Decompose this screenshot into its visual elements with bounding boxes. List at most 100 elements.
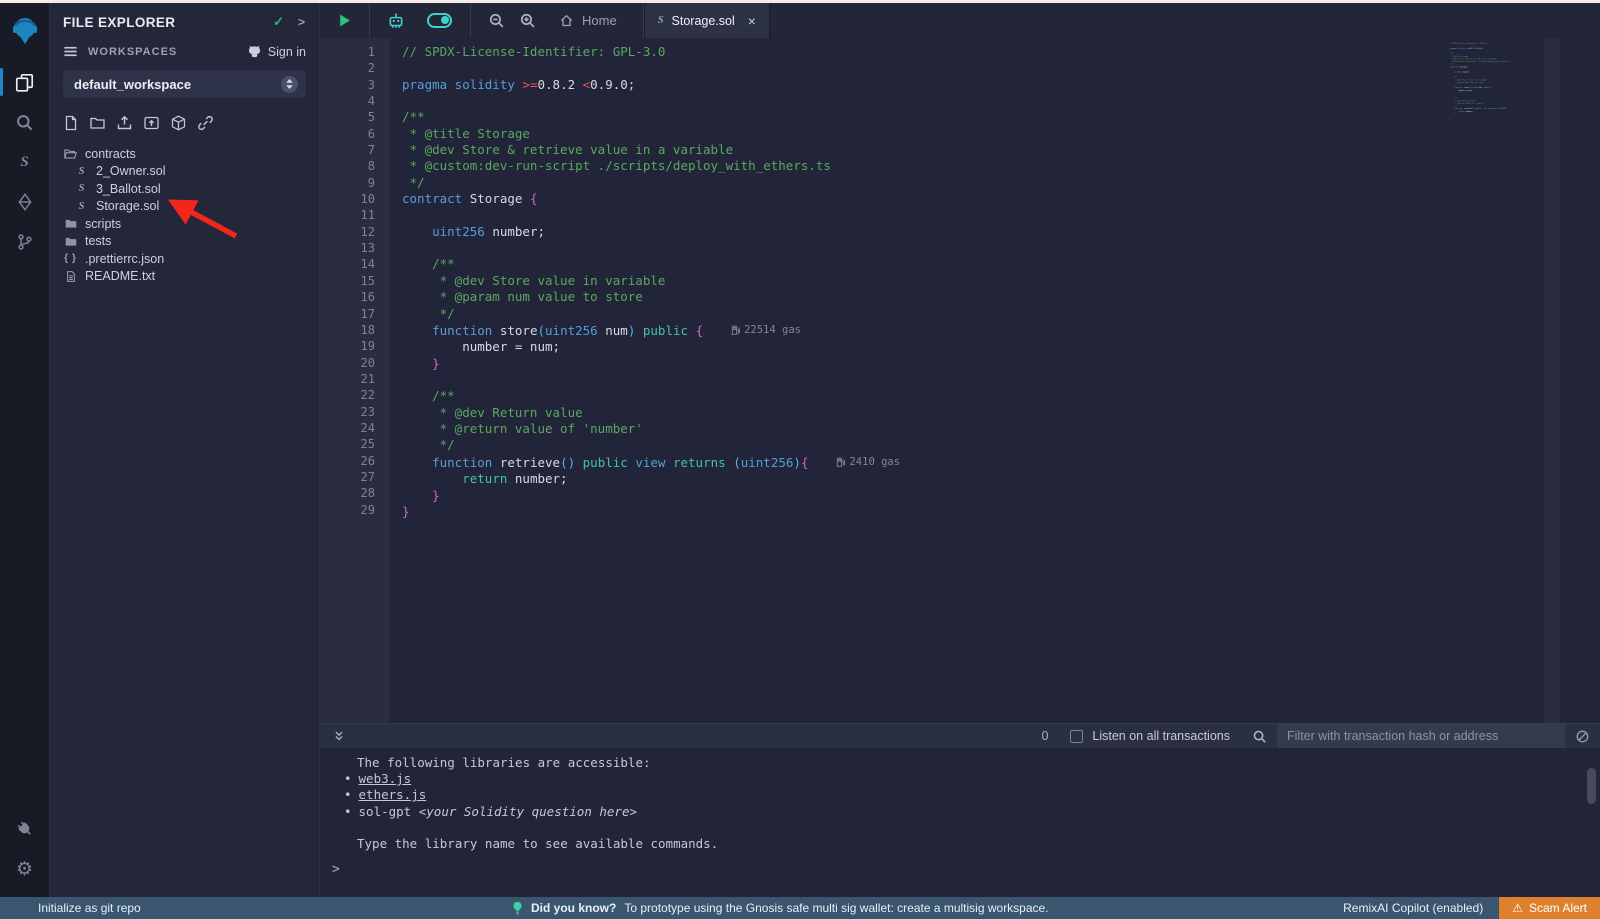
code-line: * @dev Store & retrieve value in a varia… bbox=[402, 142, 1600, 158]
terminal-line: Type the library name to see available c… bbox=[320, 836, 1600, 852]
code-line bbox=[402, 240, 1600, 256]
code-line bbox=[402, 60, 1600, 76]
workspace-name: default_workspace bbox=[74, 77, 281, 92]
tree-item-tests[interactable]: tests bbox=[50, 233, 319, 251]
remix-logo-icon[interactable] bbox=[0, 10, 50, 50]
code-line: */ bbox=[402, 437, 1600, 453]
copilot-toggle-on[interactable] bbox=[419, 3, 460, 38]
code-editor[interactable]: 1234567891011121314151617181920212223242… bbox=[320, 38, 1600, 723]
solidity-file-icon: S bbox=[658, 15, 664, 26]
home-icon bbox=[559, 13, 574, 28]
transaction-filter-input[interactable] bbox=[1277, 724, 1565, 749]
tree-item-label: tests bbox=[85, 234, 111, 248]
code-line: } bbox=[1450, 115, 1542, 118]
workspaces-menu-icon[interactable] bbox=[63, 44, 78, 59]
accept-check-icon[interactable]: ✓ bbox=[273, 14, 284, 30]
code-line: return number; bbox=[402, 471, 1600, 487]
terminal-line: •sol-gpt <your Solidity question here> bbox=[320, 804, 1600, 820]
code-line: number = num; bbox=[402, 339, 1600, 355]
pin-chevron-right-icon[interactable]: > bbox=[298, 15, 305, 29]
listen-all-transactions-checkbox[interactable] bbox=[1070, 730, 1083, 743]
terminal-output[interactable]: The following libraries are accessible:•… bbox=[320, 748, 1600, 897]
scam-alert-button[interactable]: ⚠ Scam Alert bbox=[1499, 897, 1600, 919]
workspace-sort-icon bbox=[281, 76, 298, 93]
tree-item-label: 2_Owner.sol bbox=[96, 164, 165, 178]
tab-close-icon[interactable]: × bbox=[748, 14, 756, 28]
code-line: contract Storage { bbox=[402, 191, 1600, 207]
tree-item-readme-txt[interactable]: README.txt bbox=[50, 268, 319, 286]
terminal-line: •ethers.js bbox=[320, 787, 1600, 803]
solidity-icon: S bbox=[74, 166, 89, 177]
init-git-repo-button[interactable]: Initialize as git repo bbox=[38, 901, 141, 915]
code-line: /** bbox=[402, 109, 1600, 125]
listen-all-transactions-label: Listen on all transactions bbox=[1092, 729, 1230, 743]
ai-robot-icon[interactable] bbox=[380, 3, 412, 38]
file-explorer-panel: FILE EXPLORER ✓ > WORKSPACES Sign in bbox=[50, 3, 320, 897]
terminal-expand-chevrons-icon[interactable] bbox=[330, 724, 348, 748]
code-line: /** bbox=[402, 388, 1600, 404]
solidity-icon: S bbox=[74, 183, 89, 194]
editor-scrollbar-track[interactable] bbox=[1544, 38, 1560, 723]
code-line: * @custom:dev-run-script ./scripts/deplo… bbox=[402, 158, 1600, 174]
clear-console-ban-icon[interactable] bbox=[1575, 729, 1590, 744]
folder-icon bbox=[63, 217, 78, 230]
tab-storage-sol[interactable]: S Storage.sol × bbox=[644, 3, 770, 38]
ipfs-box-icon[interactable] bbox=[170, 115, 187, 131]
terminal-scrollbar-thumb[interactable] bbox=[1587, 768, 1596, 804]
code-line: pragma solidity >=0.8.2 <0.9.0; bbox=[402, 77, 1600, 93]
tree-item-2-owner-sol[interactable]: S 2_Owner.sol bbox=[50, 163, 319, 181]
file-tree: contracts S 2_Owner.sol S3_Ballot.solSStora… bbox=[50, 145, 319, 285]
code-line: * @return value of 'number' bbox=[402, 421, 1600, 437]
new-folder-icon[interactable] bbox=[89, 115, 106, 131]
terminal-header: 0 Listen on all transactions bbox=[320, 723, 1600, 748]
file-icon bbox=[63, 270, 78, 283]
code-line: uint256 number; bbox=[402, 224, 1600, 240]
zoom-in-icon[interactable] bbox=[512, 3, 543, 38]
tree-item-3-ballot-sol[interactable]: S3_Ballot.sol bbox=[50, 180, 319, 198]
tree-item-label: README.txt bbox=[85, 269, 155, 283]
code-line bbox=[402, 93, 1600, 109]
file-explorer-icon[interactable] bbox=[0, 62, 50, 102]
tree-item-storage-sol[interactable]: SStorage.sol bbox=[50, 198, 319, 216]
terminal-search-icon[interactable] bbox=[1252, 729, 1267, 744]
solidity-compiler-icon[interactable]: S bbox=[0, 142, 50, 182]
git-icon[interactable] bbox=[0, 222, 50, 262]
tree-item-label: scripts bbox=[85, 217, 121, 231]
tree-item--prettierrc-json[interactable]: { }.prettierrc.json bbox=[50, 250, 319, 268]
folder-open-icon bbox=[63, 147, 78, 161]
plugin-manager-icon[interactable] bbox=[0, 809, 50, 849]
terminal-prompt[interactable]: > bbox=[320, 862, 1600, 878]
workspaces-label: WORKSPACES bbox=[88, 46, 247, 58]
panel-title: FILE EXPLORER bbox=[63, 15, 273, 30]
library-link[interactable]: ethers.js bbox=[359, 787, 427, 802]
sign-in-button[interactable]: Sign in bbox=[247, 45, 306, 59]
library-link[interactable]: web3.js bbox=[359, 771, 412, 786]
code-line: } bbox=[402, 488, 1600, 504]
tree-item-scripts[interactable]: scripts bbox=[50, 215, 319, 233]
code-line bbox=[402, 207, 1600, 223]
main-area: Home S Storage.sol × 1234567891011121314… bbox=[320, 3, 1600, 897]
transaction-count-badge: 0 bbox=[1041, 729, 1048, 743]
upload-file-icon[interactable] bbox=[116, 115, 133, 131]
zoom-out-icon[interactable] bbox=[481, 3, 512, 38]
deploy-and-run-icon[interactable] bbox=[0, 182, 50, 222]
code-line: } bbox=[402, 356, 1600, 372]
workspace-select[interactable]: default_workspace bbox=[63, 70, 306, 98]
terminal-line bbox=[320, 820, 1600, 836]
folder-icon bbox=[63, 235, 78, 248]
editor-minimap[interactable]: // SPDX-License-Identifier: GPL-3.0 prag… bbox=[1450, 42, 1542, 172]
search-icon[interactable] bbox=[0, 102, 50, 142]
link-icon[interactable] bbox=[197, 115, 214, 131]
code-line: function store(uint256 num) public {2251… bbox=[402, 322, 1600, 340]
settings-gear-icon[interactable]: ⚙ bbox=[0, 849, 50, 889]
code-line: } bbox=[402, 504, 1600, 520]
editor-topbar: Home S Storage.sol × bbox=[320, 3, 1600, 38]
solidity-icon: S bbox=[74, 201, 89, 212]
remixai-copilot-status[interactable]: RemixAI Copilot (enabled) bbox=[1343, 901, 1483, 915]
tab-home[interactable]: Home bbox=[543, 13, 633, 28]
upload-folder-icon[interactable] bbox=[143, 115, 160, 131]
terminal-line: •web3.js bbox=[320, 771, 1600, 787]
run-script-play-button[interactable] bbox=[330, 3, 359, 38]
tree-item-contracts[interactable]: contracts bbox=[50, 145, 319, 163]
new-file-icon[interactable] bbox=[63, 115, 79, 131]
